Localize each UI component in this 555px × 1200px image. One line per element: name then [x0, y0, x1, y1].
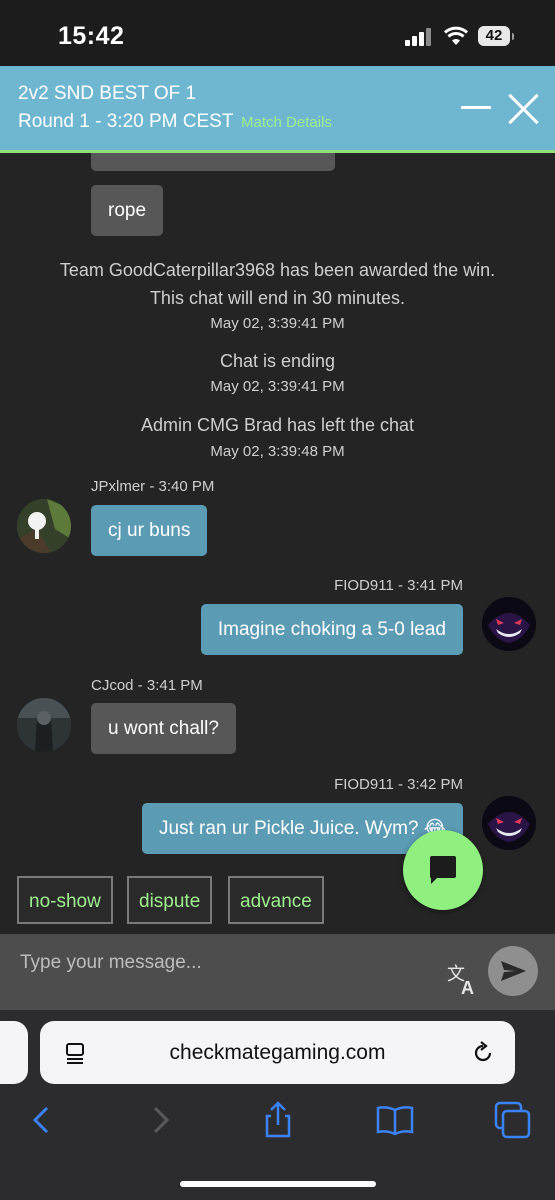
back-icon[interactable]: [22, 1100, 62, 1140]
battery-icon: 42: [478, 26, 514, 46]
system-timestamp: May 02, 3:39:41 PM: [210, 378, 345, 395]
message-meta: FIOD911 - 3:41 PM: [334, 577, 463, 594]
minimize-icon[interactable]: [461, 106, 491, 109]
message-bubble: u wont chall?: [91, 703, 236, 754]
chat-header: 2v2 SND BEST OF 1 Round 1 - 3:20 PM CEST…: [0, 66, 555, 153]
share-icon[interactable]: [258, 1100, 298, 1140]
signal-icon: [405, 28, 433, 46]
system-message-left: Admin CMG Brad has left the chat: [140, 415, 415, 435]
address-bar[interactable]: checkmategaming.com: [40, 1021, 515, 1084]
system-timestamp: May 02, 3:39:48 PM: [210, 443, 345, 460]
message-meta: JPxlmer - 3:40 PM: [91, 478, 215, 495]
advance-button[interactable]: advance: [228, 876, 324, 924]
message-meta: CJcod - 3:41 PM: [91, 677, 203, 694]
system-timestamp: May 02, 3:39:41 PM: [210, 315, 345, 332]
status-time: 15:42: [58, 22, 125, 50]
avatar-image: [17, 499, 71, 553]
system-message-win: Team GoodCaterpillar3968 has been awarde…: [59, 260, 496, 280]
wifi-icon: [443, 26, 469, 45]
system-message-win-end: This chat will end in 30 minutes.: [149, 288, 406, 308]
match-round: Round 1 - 3:20 PM CEST: [18, 111, 234, 132]
bookmarks-icon[interactable]: [375, 1100, 415, 1140]
tabs-icon[interactable]: [493, 1100, 533, 1140]
svg-text:A: A: [461, 978, 474, 996]
avatar[interactable]: [17, 698, 71, 752]
avatar[interactable]: [482, 796, 536, 850]
dispute-button[interactable]: dispute: [127, 876, 213, 924]
url-text: checkmategaming.com: [169, 1041, 386, 1064]
chat-messages[interactable]: rope Team GoodCaterpillar3968 has been a…: [0, 153, 555, 933]
close-icon[interactable]: [505, 90, 543, 128]
no-show-button[interactable]: no-show: [17, 876, 113, 924]
avatar-image: [17, 698, 71, 752]
message-bubble: rope: [91, 185, 164, 236]
status-bar: 15:42 42: [0, 0, 555, 66]
match-details-link[interactable]: Match Details: [241, 114, 332, 131]
match-title: 2v2 SND BEST OF 1: [18, 83, 197, 104]
avatar[interactable]: [482, 597, 536, 651]
message-bubble: cj ur buns: [91, 505, 208, 556]
message-bubble-cutoff: [91, 153, 335, 171]
send-button[interactable]: [488, 946, 538, 996]
avatar-image: [482, 796, 536, 850]
message-meta: FIOD911 - 3:42 PM: [334, 776, 463, 793]
send-icon: [501, 961, 526, 981]
home-indicator: [180, 1181, 376, 1187]
avatar-image: [482, 597, 536, 651]
chat-toggle-button[interactable]: [403, 830, 483, 910]
message-bubble: Imagine choking a 5-0 lead: [200, 604, 463, 655]
message-input[interactable]: [18, 942, 432, 984]
translate-icon[interactable]: 文 A: [446, 962, 480, 996]
forward-icon[interactable]: [140, 1100, 180, 1140]
system-message-ending: Chat is ending: [219, 351, 336, 371]
reload-icon[interactable]: [470, 1040, 496, 1066]
avatar[interactable]: [17, 499, 71, 553]
previous-tab-peek[interactable]: [0, 1021, 28, 1084]
chat-bubble-icon: [430, 856, 456, 884]
